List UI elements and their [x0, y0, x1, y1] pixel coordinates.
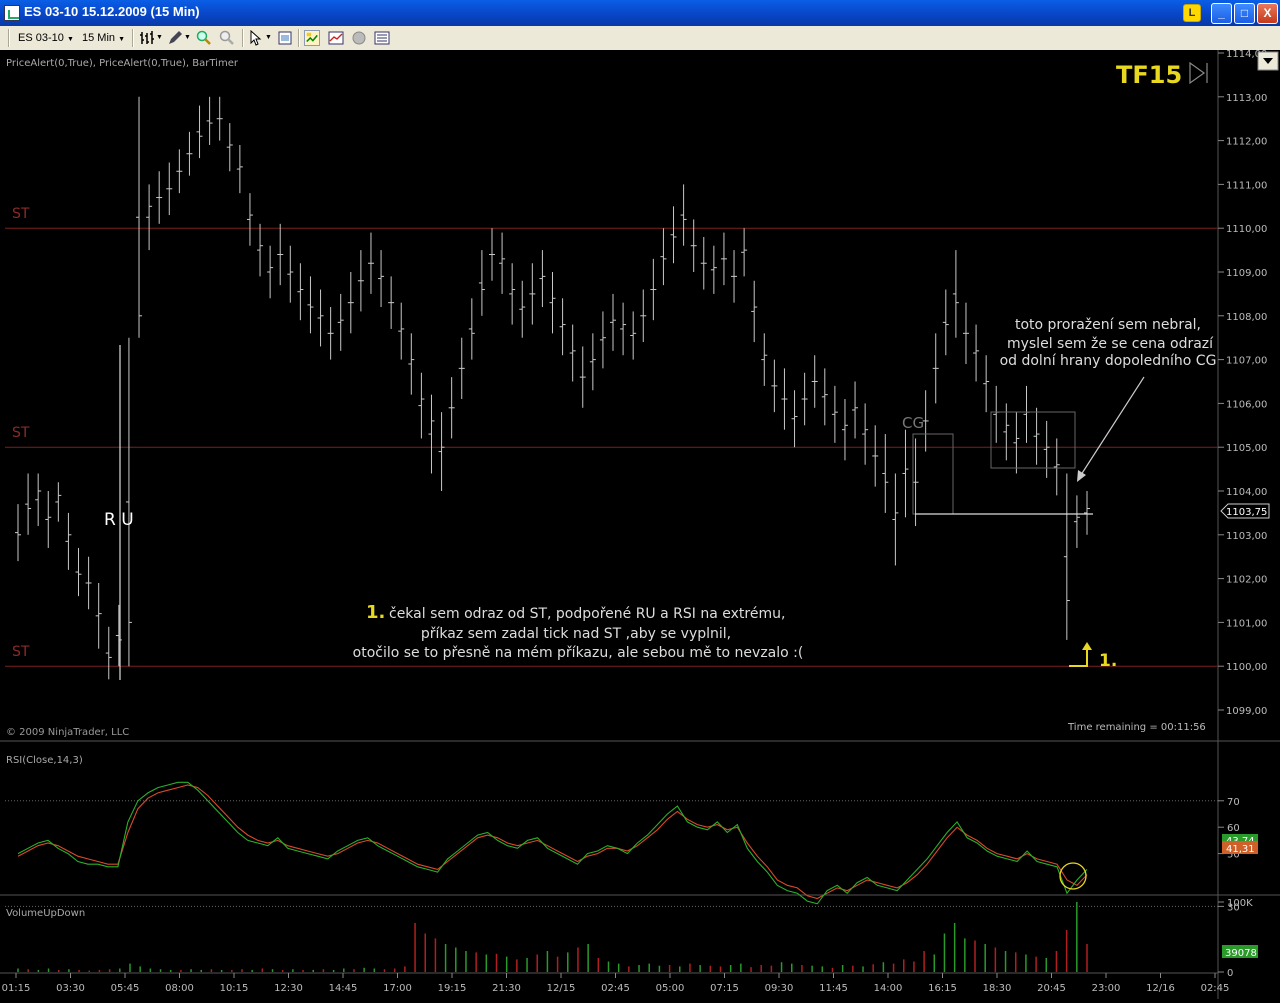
time-tick-label: 11:45: [819, 983, 848, 994]
rsi-value-red: 41,31: [1222, 841, 1258, 855]
chevron-down-icon: ▼: [118, 36, 126, 43]
bars-icon[interactable]: [139, 30, 155, 46]
price-tick-label: 1108,00: [1226, 312, 1267, 323]
time-tick-label: 05:45: [111, 983, 140, 994]
svg-text:41,31: 41,31: [1226, 844, 1255, 855]
time-tick-label: 05:00: [656, 983, 685, 994]
price-tick-label: 1105,00: [1226, 443, 1267, 454]
time-tick-label: 19:15: [438, 983, 467, 994]
chart-area[interactable]: 1099,00 1100,00 1101,00 1102,00 1103,00 1104,…: [0, 49, 1280, 999]
volume-tick-label: 100K: [1227, 898, 1253, 909]
cg-label: CG: [902, 414, 924, 432]
time-tick-label: 12/15: [547, 983, 576, 994]
price-tick-label: 1112,00: [1226, 137, 1267, 148]
time-tick-label: 20:45: [1037, 983, 1066, 994]
zoom-out-icon[interactable]: [219, 30, 235, 46]
price-tick-label: 1106,00: [1226, 399, 1267, 410]
price-tick-label: 1113,00: [1226, 93, 1267, 104]
tf-label: TF15: [1116, 61, 1182, 89]
svg-text:čekal sem odraz od ST, podpoře: čekal sem odraz od ST, podpořené RU a RS…: [389, 606, 785, 622]
volume-label: VolumeUpDown: [6, 908, 85, 919]
time-tick-label: 18:30: [983, 983, 1012, 994]
time-tick-label: 16:15: [928, 983, 957, 994]
chart-window-icon: [4, 5, 20, 21]
minimize-button[interactable]: _: [1211, 3, 1232, 24]
st-label: ST: [12, 644, 30, 660]
rsi-label: RSI(Close,14,3): [6, 755, 83, 766]
time-remaining: Time remaining = 00:11:56: [1067, 722, 1206, 733]
price-tick-label: 1104,00: [1226, 487, 1267, 498]
st-label: ST: [12, 206, 30, 222]
volume-value: 39078: [1222, 945, 1258, 959]
instrument-select[interactable]: ES 03-10 ▼: [18, 29, 74, 47]
properties-icon[interactable]: [277, 30, 293, 46]
svg-text:otočilo se to přesně na mém př: otočilo se to přesně na mém příkazu, ale…: [353, 645, 804, 661]
close-button[interactable]: X: [1257, 3, 1278, 24]
svg-text:od dolní hrany dopoledního CG: od dolní hrany dopoledního CG: [1000, 353, 1217, 369]
copyright: © 2009 NinjaTrader, LLC: [6, 727, 129, 738]
st-label: ST: [12, 425, 30, 441]
chevron-down-icon[interactable]: ▼: [156, 29, 163, 47]
price-indicators-label: PriceAlert(0,True), PriceAlert(0,True), …: [6, 58, 239, 69]
globe-icon[interactable]: [351, 30, 367, 46]
time-tick-label: 21:30: [492, 983, 521, 994]
time-tick-label: 02:45: [1201, 983, 1230, 994]
time-tick-label: 02:45: [601, 983, 630, 994]
strategy-icon[interactable]: [304, 30, 320, 46]
svg-text:39078: 39078: [1225, 948, 1257, 959]
time-tick-label: 10:15: [220, 983, 249, 994]
svg-text:myslel sem že se cena odrazí: myslel sem že se cena odrazí: [1007, 336, 1214, 352]
time-tick-label: 03:30: [56, 983, 85, 994]
svg-text:toto proražení sem nebral,: toto proražení sem nebral,: [1015, 317, 1201, 333]
window-title: ES 03-10 15.12.2009 (15 Min): [24, 4, 200, 19]
price-tick-label: 1101,00: [1226, 618, 1267, 629]
price-tick-label: 1099,00: [1226, 706, 1267, 717]
rsi-tick-label: 60: [1227, 823, 1240, 834]
zoom-in-icon[interactable]: [196, 30, 212, 46]
current-price-marker: 1103,75: [1220, 503, 1270, 519]
time-tick-label: 07:15: [710, 983, 739, 994]
chevron-down-icon[interactable]: ▼: [265, 29, 272, 47]
pencil-icon[interactable]: [167, 30, 183, 46]
volume-tick-label: 0: [1227, 968, 1233, 979]
time-tick-label: 14:45: [329, 983, 358, 994]
interval-select[interactable]: 15 Min ▼: [82, 29, 125, 47]
time-tick-label: 17:00: [383, 983, 412, 994]
rsi-tick-label: 70: [1227, 797, 1240, 808]
time-tick-label: 09:30: [765, 983, 794, 994]
price-tick-label: 1107,00: [1226, 356, 1267, 367]
chevron-down-icon[interactable]: ▼: [184, 29, 191, 47]
title-bar: ES 03-10 15.12.2009 (15 Min) L _ □ X: [0, 0, 1280, 26]
svg-text:1.: 1.: [1099, 651, 1117, 671]
time-tick-label: 01:15: [2, 983, 31, 994]
price-tick-label: 1110,00: [1226, 224, 1267, 235]
time-tick-label: 23:00: [1092, 983, 1121, 994]
chevron-down-icon: ▼: [66, 36, 74, 43]
time-tick-label: 14:00: [874, 983, 903, 994]
price-tick-label: 1103,00: [1226, 531, 1267, 542]
indicators-icon[interactable]: [328, 30, 344, 46]
svg-text:příkaz sem zadal tick nad ST ,: příkaz sem zadal tick nad ST ,aby se vyp…: [421, 626, 731, 642]
toolbar: ES 03-10 ▼ 15 Min ▼ ▼ ▼ ▼: [0, 26, 1280, 51]
scroll-up-button[interactable]: [1257, 51, 1279, 71]
cursor-icon[interactable]: [248, 30, 264, 46]
time-tick-label: 12:30: [274, 983, 303, 994]
svg-text:1103,75: 1103,75: [1226, 507, 1267, 518]
price-tick-label: 1111,00: [1226, 180, 1267, 191]
price-tick-label: 1109,00: [1226, 268, 1267, 279]
price-tick-label: 1102,00: [1226, 575, 1267, 586]
data-box-icon[interactable]: [374, 30, 390, 46]
svg-text:1.: 1.: [366, 602, 385, 623]
maximize-button[interactable]: □: [1234, 3, 1255, 24]
price-tick-label: 1100,00: [1226, 662, 1267, 673]
time-tick-label: 12/16: [1146, 983, 1175, 994]
link-button[interactable]: L: [1183, 4, 1201, 22]
time-tick-label: 08:00: [165, 983, 194, 994]
ru-label: R U: [104, 510, 134, 530]
